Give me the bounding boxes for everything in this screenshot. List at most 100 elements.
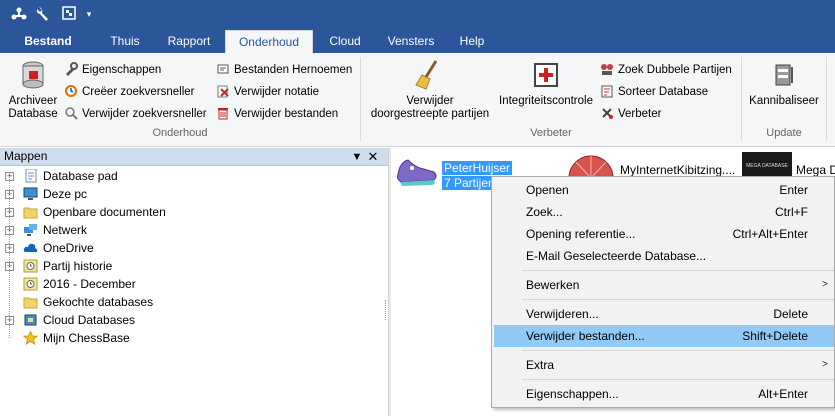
- tree-label: Mijn ChessBase: [43, 331, 130, 345]
- close-icon[interactable]: ✕: [366, 148, 380, 166]
- document-folder-icon: [23, 168, 38, 183]
- trash-icon: [216, 106, 230, 120]
- sort-database-button[interactable]: Sorteer Database: [600, 82, 708, 102]
- cannibalize-icon: [768, 59, 800, 91]
- archive-label-line2: Database: [8, 108, 58, 120]
- app-icon[interactable]: [10, 5, 28, 23]
- tree-label: Database pad: [43, 169, 118, 183]
- remove-annotation-icon: [216, 84, 230, 98]
- menu-item-delete[interactable]: Verwijderen... Delete: [494, 303, 834, 325]
- find-doubles-label: Zoek Dubbele Partijen: [618, 64, 732, 76]
- database-archive-icon: [17, 59, 49, 91]
- menu-item-open[interactable]: Openen Enter: [494, 179, 834, 201]
- board-icon[interactable]: [60, 5, 78, 23]
- create-search-booster-button[interactable]: Creëer zoekversneller: [64, 82, 195, 102]
- menu-shortcut: Ctrl+F: [775, 205, 808, 219]
- properties-icon: [64, 62, 78, 76]
- menu-label: E-Mail Geselecteerde Database...: [526, 249, 707, 263]
- folder-icon: [23, 205, 38, 219]
- tree-label: Openbare documenten: [43, 205, 166, 219]
- menu-label: Extra: [526, 358, 555, 372]
- folder-icon: [23, 295, 38, 309]
- tab-thuis[interactable]: Thuis: [100, 30, 150, 53]
- computer-icon: [23, 187, 38, 201]
- history-icon: [23, 259, 38, 273]
- archive-database-button[interactable]: Archiveer Database: [4, 59, 62, 121]
- menu-label: Openen: [526, 183, 569, 197]
- tab-onderhoud[interactable]: Onderhoud: [225, 30, 313, 53]
- tree-label: Cloud Databases: [43, 313, 136, 327]
- archive-label-line1: Archiveer: [8, 95, 58, 107]
- pane-dropdown-icon[interactable]: ▼: [350, 148, 364, 166]
- tree-label: Gekochte databases: [43, 295, 154, 309]
- menu-label: Zoek...: [526, 205, 563, 219]
- group-label-onderhoud: Onderhoud: [152, 127, 208, 139]
- folders-pane-header: Mappen ▼ ✕: [0, 148, 388, 166]
- tab-vensters[interactable]: Vensters: [380, 30, 442, 53]
- cannibalize-button[interactable]: Kannibaliseer: [746, 59, 822, 108]
- menu-label: Opening referentie...: [526, 227, 636, 241]
- menu-item-edit[interactable]: Bewerken >: [494, 274, 834, 296]
- remove-annotation-label: Verwijder notatie: [234, 86, 320, 98]
- group-label-verbeter: Verbeter: [530, 127, 572, 139]
- remove-files-label: Verwijder bestanden: [234, 108, 339, 120]
- create-search-booster-label: Creëer zoekversneller: [82, 86, 195, 98]
- cannibalize-label: Kannibaliseer: [749, 95, 819, 107]
- tab-rapport[interactable]: Rapport: [158, 30, 220, 53]
- menu-item-properties[interactable]: Eigenschappen... Alt+Enter: [494, 383, 834, 405]
- wrench-icon[interactable]: [34, 5, 52, 23]
- menu-item-delete-files[interactable]: Verwijder bestanden... Shift+Delete: [494, 325, 834, 347]
- properties-label: Eigenschappen: [82, 64, 162, 76]
- menu-separator: [522, 379, 834, 380]
- broom-icon: [414, 59, 446, 91]
- rename-icon: [216, 62, 230, 76]
- group-label-update: Update: [766, 127, 802, 139]
- history-icon: [23, 277, 38, 291]
- menu-label: Verwijder bestanden...: [526, 329, 645, 343]
- database-game-count: 7 Partijen: [442, 176, 497, 190]
- menu-item-email-database[interactable]: E-Mail Geselecteerde Database...: [494, 245, 834, 267]
- menu-item-opening-reference[interactable]: Opening referentie... Ctrl+Alt+Enter: [494, 223, 834, 245]
- context-menu: Openen Enter Zoek... Ctrl+F Opening refe…: [491, 176, 835, 408]
- tree-connector-line: [9, 176, 10, 338]
- properties-button[interactable]: Eigenschappen: [64, 60, 161, 80]
- first-aid-icon: [530, 59, 562, 91]
- tree-label: Netwerk: [43, 223, 88, 237]
- remove-search-booster-button[interactable]: Verwijder zoekversneller: [64, 104, 207, 124]
- menu-separator: [522, 350, 834, 351]
- ribbon-separator: [826, 57, 827, 141]
- integrity-check-button[interactable]: Integriteitscontrole: [494, 59, 598, 108]
- submenu-arrow-icon: >: [822, 279, 828, 290]
- sneaker-icon: [394, 152, 440, 195]
- remove-files-button[interactable]: Verwijder bestanden: [216, 104, 338, 124]
- improve-button[interactable]: Verbeter: [600, 104, 661, 124]
- tab-help[interactable]: Help: [450, 30, 494, 53]
- tab-bestand[interactable]: Bestand: [15, 30, 81, 53]
- folder-tree: + Database pad + Deze pc + Openbare docu…: [0, 167, 388, 416]
- tab-cloud[interactable]: Cloud: [318, 30, 372, 53]
- find-double-games-button[interactable]: Zoek Dubbele Partijen: [600, 60, 732, 80]
- menu-shortcut: Enter: [779, 183, 808, 197]
- title-bar: ▾: [0, 0, 835, 30]
- tree-label: Partij historie: [43, 259, 113, 273]
- cloud-database-icon: [23, 313, 38, 327]
- tree-label: 2016 - December: [43, 277, 136, 291]
- menu-item-extra[interactable]: Extra >: [494, 354, 834, 376]
- menu-label: Bewerken: [526, 278, 580, 292]
- customize-quick-access-icon[interactable]: ▾: [80, 5, 98, 23]
- star-icon: [22, 330, 39, 346]
- menu-item-search[interactable]: Zoek... Ctrl+F: [494, 201, 834, 223]
- rename-files-label: Bestanden Hernoemen: [234, 64, 353, 76]
- menu-shortcut: Ctrl+Alt+Enter: [732, 227, 808, 241]
- rename-files-button[interactable]: Bestanden Hernoemen: [216, 60, 352, 80]
- database-name: Mega D: [796, 163, 835, 177]
- integrity-check-label: Integriteitscontrole: [499, 95, 593, 107]
- remove-annotation-button[interactable]: Verwijder notatie: [216, 82, 319, 102]
- improve-label: Verbeter: [618, 108, 662, 120]
- menu-label: Eigenschappen...: [526, 387, 619, 401]
- menu-separator: [522, 270, 834, 271]
- database-name: MyInternetKibitzing....: [620, 163, 736, 177]
- submenu-arrow-icon: >: [822, 359, 828, 370]
- sort-icon: [600, 84, 614, 98]
- remove-deleted-games-button[interactable]: Verwijder doorgestreepte partijen: [368, 59, 492, 121]
